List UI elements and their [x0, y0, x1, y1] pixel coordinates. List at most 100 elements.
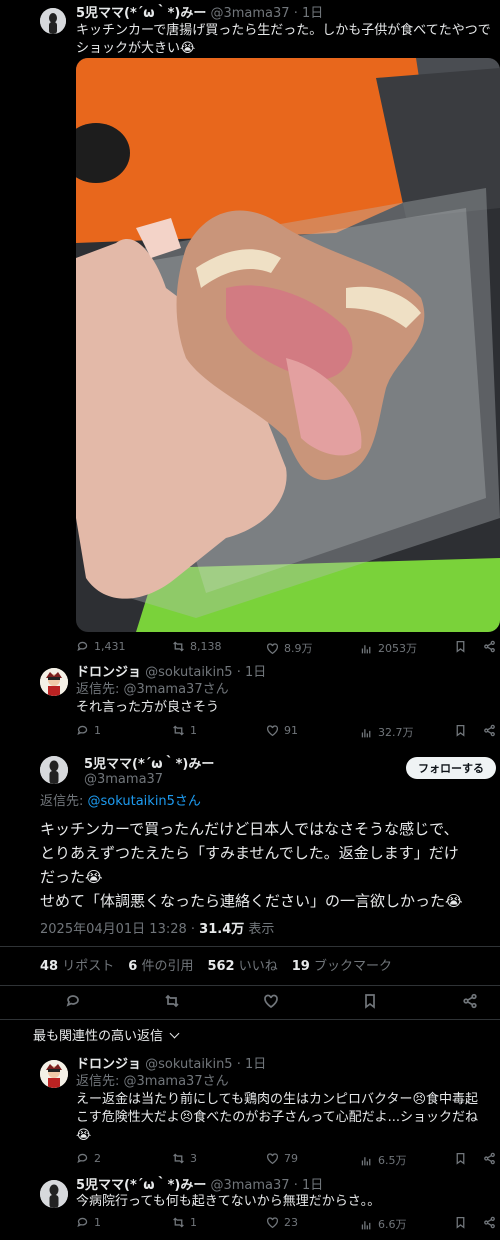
views-button[interactable]: 32.7万	[360, 724, 414, 740]
replying-to[interactable]: 返信先: @3mama37さん	[76, 1073, 229, 1091]
reply-icon	[77, 725, 88, 735]
bookmark-icon	[456, 724, 465, 737]
tweet-header: ドロンジョ @sokutaikin5 · 1日	[76, 1056, 266, 1074]
avatar[interactable]	[40, 668, 68, 696]
avatar[interactable]	[40, 1060, 68, 1088]
share-button[interactable]	[462, 993, 478, 1013]
retweet-count: 1	[190, 724, 197, 737]
like-count: 91	[284, 724, 298, 737]
view-count: 2053万	[378, 642, 417, 655]
retweet-button[interactable]: 1	[172, 724, 197, 737]
retweet-button[interactable]: 3	[172, 1152, 197, 1165]
bookmarks-count[interactable]: 19 ブックマーク	[292, 958, 392, 976]
tweet-text: キッチンカーで買ったんだけど日本人ではなさそうな感じで、 とりあえずつたえたら「…	[40, 817, 500, 913]
tweet-date[interactable]: 2025年04月01日 13:28	[40, 922, 187, 937]
views-button[interactable]: 2053万	[360, 640, 417, 656]
views-button[interactable]: 6.5万	[360, 1152, 407, 1168]
follow-button[interactable]: フォローする	[406, 757, 496, 779]
handle[interactable]: @3mama37	[210, 6, 289, 21]
share-icon	[463, 993, 477, 1009]
handle[interactable]: @3mama37	[210, 1178, 289, 1193]
avatar[interactable]	[40, 1180, 68, 1208]
share-button[interactable]	[483, 1216, 496, 1229]
view-count: 31.4万	[199, 922, 245, 937]
handle[interactable]: @3mama37	[84, 771, 163, 789]
retweet-count: 8,138	[190, 640, 222, 653]
share-icon	[484, 1216, 495, 1229]
handle[interactable]: @sokutaikin5	[145, 665, 232, 680]
tweet-text: 今病院行っても何も起きてないから無理だからさ。。	[76, 1194, 381, 1209]
tweet-header: ドロンジョ @sokutaikin5 · 1日	[76, 664, 266, 682]
tweet-text: えー返金は当たり前にしても鶏肉の生はカンピロバクター😣食中毒起 こす危険性大だよ…	[76, 1091, 500, 1145]
divider	[0, 985, 500, 986]
main-actions	[40, 993, 480, 1011]
replying-to[interactable]: 返信先: @3mama37さん	[76, 681, 229, 699]
reply-sort-dropdown[interactable]: 最も関連性の高い返信	[33, 1028, 180, 1046]
tweet-text-line: えー返金は当たり前にしても鶏肉の生はカンピロバクター😣食中毒起	[76, 1092, 478, 1107]
tweet-text-line: キッチンカーで買ったんだけど日本人ではなさそうな感じで、	[40, 820, 459, 838]
tweet-actions: 1 1 91 32.7万	[76, 724, 496, 740]
quotes-count[interactable]: 6 件の引用	[128, 958, 193, 976]
like-button[interactable]	[263, 993, 279, 1013]
view-count: 32.7万	[378, 726, 414, 739]
view-count: 6.6万	[378, 1218, 407, 1231]
timestamp[interactable]: · 1日	[237, 1057, 267, 1072]
engagement-counts: 48 リポスト 6 件の引用 562 いいね 19 ブックマーク	[40, 958, 392, 976]
bookmark-icon	[456, 1216, 465, 1229]
reply-button[interactable]: 2	[76, 1152, 101, 1165]
bookmark-button[interactable]	[454, 640, 467, 653]
timestamp[interactable]: · 1日	[237, 665, 267, 680]
reposts-count[interactable]: 48 リポスト	[40, 958, 114, 976]
retweet-count: 3	[190, 1152, 197, 1165]
bookmark-button[interactable]	[454, 1216, 467, 1229]
bookmark-icon	[456, 640, 465, 653]
reply-button[interactable]: 1	[76, 724, 101, 737]
timestamp[interactable]: · 1日	[294, 6, 324, 21]
tweet-text-line: 😭	[76, 1128, 92, 1143]
reply-button[interactable]: 1,431	[76, 640, 126, 653]
analytics-icon	[361, 1220, 371, 1229]
heart-icon	[266, 642, 279, 654]
tweet-text-line: だった😭	[40, 868, 103, 886]
tweet-text: キッチンカーで唐揚げ買ったら生だった。しかも子供が食べてたやつでショックが大きい…	[76, 23, 491, 56]
share-icon	[484, 724, 495, 737]
bookmark-button[interactable]	[454, 1152, 467, 1165]
like-button[interactable]: 79	[266, 1152, 298, 1165]
share-button[interactable]	[483, 1152, 496, 1165]
like-button[interactable]: 8.9万	[266, 640, 313, 656]
likes-count[interactable]: 562 いいね	[207, 958, 277, 976]
timestamp[interactable]: · 1日	[294, 1178, 324, 1193]
bookmark-icon	[456, 1152, 465, 1165]
reply-icon	[66, 995, 79, 1007]
share-icon	[484, 640, 495, 653]
share-button[interactable]	[483, 724, 496, 737]
share-button[interactable]	[483, 640, 496, 653]
analytics-icon	[361, 1156, 371, 1165]
avatar[interactable]	[40, 8, 66, 34]
like-button[interactable]: 91	[266, 724, 298, 737]
display-name[interactable]: 5児ママ(*´ω｀*)みー	[76, 6, 206, 21]
retweet-button[interactable]: 1	[172, 1216, 197, 1229]
avatar[interactable]	[40, 756, 68, 784]
reply-count: 1	[94, 724, 101, 737]
bookmark-button[interactable]	[454, 724, 467, 737]
bookmark-button[interactable]	[362, 993, 378, 1013]
divider	[0, 946, 500, 947]
views-button[interactable]: 6.6万	[360, 1216, 407, 1232]
handle[interactable]: @sokutaikin5	[145, 1057, 232, 1072]
reply-button[interactable]	[65, 993, 81, 1013]
reply-icon	[77, 1217, 88, 1227]
like-button[interactable]: 23	[266, 1216, 298, 1229]
replying-to-handle[interactable]: @sokutaikin5さん	[88, 794, 201, 809]
display-name[interactable]: 5児ママ(*´ω｀*)みー	[76, 1178, 206, 1193]
reply-count: 1	[94, 1216, 101, 1229]
retweet-button[interactable]	[164, 993, 180, 1013]
retweet-button[interactable]: 8,138	[172, 640, 222, 653]
display-name[interactable]: ドロンジョ	[76, 665, 141, 680]
reply-button[interactable]: 1	[76, 1216, 101, 1229]
heart-icon	[266, 1153, 279, 1165]
tweet-photo[interactable]	[76, 58, 500, 632]
heart-icon	[264, 994, 278, 1009]
display-name[interactable]: ドロンジョ	[76, 1057, 141, 1072]
retweet-icon	[173, 1153, 184, 1164]
